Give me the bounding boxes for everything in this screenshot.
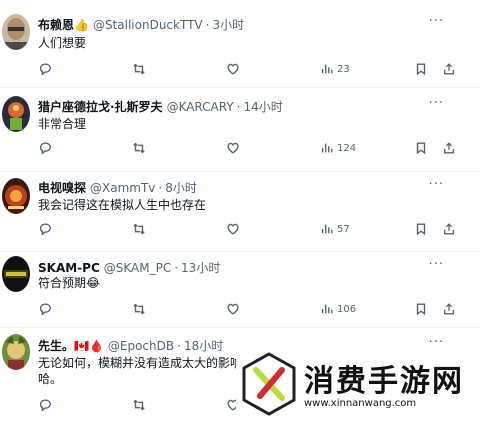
- display-name[interactable]: 猎户座德拉戈·扎斯罗夫: [38, 98, 163, 115]
- tweet-feed: 布赖恩👍 @StallionDuckTTV · 3小时 ··· 人们想要 23 …: [0, 0, 480, 426]
- more-icon[interactable]: ···: [429, 14, 444, 29]
- views-button[interactable]: 57: [320, 222, 350, 236]
- tweet-text: 无论如何，模糊并没有造成太大的影响: [38, 356, 243, 370]
- tweet-actions: 57: [38, 222, 458, 240]
- user-handle[interactable]: @SKAM_PC: [104, 261, 171, 275]
- views-count: 124: [337, 142, 357, 154]
- reply-icon[interactable]: [38, 302, 52, 316]
- timestamp[interactable]: 8小时: [165, 179, 197, 196]
- display-name[interactable]: SKAM-PC: [38, 261, 100, 275]
- tweet-text-line-2: 哈。: [38, 372, 63, 386]
- reply-icon[interactable]: [38, 62, 52, 76]
- retweet-icon[interactable]: [132, 62, 146, 76]
- tweet[interactable]: 猎户座德拉戈·扎斯罗夫 @KARCARY · 14小时 ··· 非常合理 124: [0, 88, 480, 172]
- views-icon: [321, 64, 333, 74]
- like-icon[interactable]: [226, 62, 240, 76]
- views-count: 106: [337, 303, 357, 315]
- tweet-header: 布赖恩👍 @StallionDuckTTV · 3小时: [38, 16, 244, 33]
- tweet-text: 符合预期😂: [38, 276, 101, 290]
- tweet-text: 我会记得这在模拟人生中也存在: [38, 198, 207, 212]
- timestamp[interactable]: 3小时: [212, 16, 244, 33]
- share-icon[interactable]: [442, 62, 456, 76]
- bookmark-icon[interactable]: [414, 222, 428, 236]
- share-icon[interactable]: [442, 222, 456, 236]
- watermark: 消费手游网 www.xinnanwang.com: [236, 348, 480, 426]
- tweet-actions: 124: [38, 141, 458, 159]
- views-count: 23: [337, 63, 350, 75]
- tweet-header: 先生。🇨🇦🩸 @EpochDB · 18小时: [38, 337, 223, 354]
- tweet[interactable]: SKAM-PC @SKAM_PC · 13小时 ··· 符合预期😂 106: [0, 252, 480, 328]
- bookmark-icon[interactable]: [414, 302, 428, 316]
- tweet-text: 非常合理: [38, 117, 87, 131]
- avatar[interactable]: [2, 96, 30, 132]
- reply-icon[interactable]: [38, 398, 52, 412]
- display-name[interactable]: 电视嗅探: [38, 179, 86, 196]
- tweet-header: 猎户座德拉戈·扎斯罗夫 @KARCARY · 14小时: [38, 98, 283, 115]
- avatar[interactable]: [2, 256, 30, 292]
- views-icon: [321, 304, 333, 314]
- tweet-text: 人们想要: [38, 36, 87, 50]
- retweet-icon[interactable]: [132, 141, 146, 155]
- display-name[interactable]: 布赖恩👍: [38, 16, 89, 33]
- tweet-header: 电视嗅探 @XammTv · 8小时: [38, 179, 197, 196]
- watermark-url: www.xinnanwang.com: [304, 398, 417, 409]
- tweet-actions: 23: [38, 62, 458, 80]
- tweet[interactable]: 布赖恩👍 @StallionDuckTTV · 3小时 ··· 人们想要 23: [0, 0, 480, 88]
- tweet[interactable]: 电视嗅探 @XammTv · 8小时 ··· 我会记得这在模拟人生中也存在 57: [0, 172, 480, 252]
- retweet-icon[interactable]: [132, 398, 146, 412]
- avatar[interactable]: [2, 14, 30, 50]
- retweet-icon[interactable]: [132, 222, 146, 236]
- retweet-icon[interactable]: [132, 302, 146, 316]
- user-handle[interactable]: @KARCARY: [167, 100, 234, 114]
- timestamp[interactable]: 14小时: [244, 98, 283, 115]
- views-button[interactable]: 124: [320, 141, 356, 155]
- display-name[interactable]: 先生。🇨🇦🩸: [38, 337, 104, 354]
- bookmark-icon[interactable]: [414, 141, 428, 155]
- views-button[interactable]: 23: [320, 62, 350, 76]
- separator: ·: [174, 260, 179, 275]
- avatar[interactable]: [2, 178, 30, 214]
- user-handle[interactable]: @EpochDB: [108, 339, 174, 353]
- timestamp[interactable]: 13小时: [181, 259, 220, 276]
- timestamp[interactable]: 18小时: [184, 337, 223, 354]
- separator: ·: [158, 180, 163, 195]
- tweet-actions: 106: [38, 302, 458, 320]
- share-icon[interactable]: [442, 302, 456, 316]
- like-icon[interactable]: [226, 222, 240, 236]
- more-icon[interactable]: ···: [429, 96, 444, 111]
- separator: ·: [177, 338, 181, 353]
- user-handle[interactable]: @StallionDuckTTV: [93, 18, 203, 32]
- views-button[interactable]: 106: [320, 302, 356, 316]
- like-icon[interactable]: [226, 141, 240, 155]
- watermark-title: 消费手游网: [304, 364, 464, 399]
- views-count: 57: [337, 223, 350, 235]
- views-icon: [321, 224, 333, 234]
- share-icon[interactable]: [442, 141, 456, 155]
- reply-icon[interactable]: [38, 141, 52, 155]
- views-icon: [321, 143, 333, 153]
- more-icon[interactable]: ···: [429, 177, 444, 192]
- like-icon[interactable]: [226, 302, 240, 316]
- reply-icon[interactable]: [38, 222, 52, 236]
- watermark-logo-icon: [242, 352, 296, 416]
- more-icon[interactable]: ···: [429, 257, 444, 272]
- separator: ·: [205, 17, 210, 32]
- avatar[interactable]: [2, 334, 30, 370]
- separator: ·: [236, 99, 241, 114]
- user-handle[interactable]: @XammTv: [90, 181, 155, 195]
- bookmark-icon[interactable]: [414, 62, 428, 76]
